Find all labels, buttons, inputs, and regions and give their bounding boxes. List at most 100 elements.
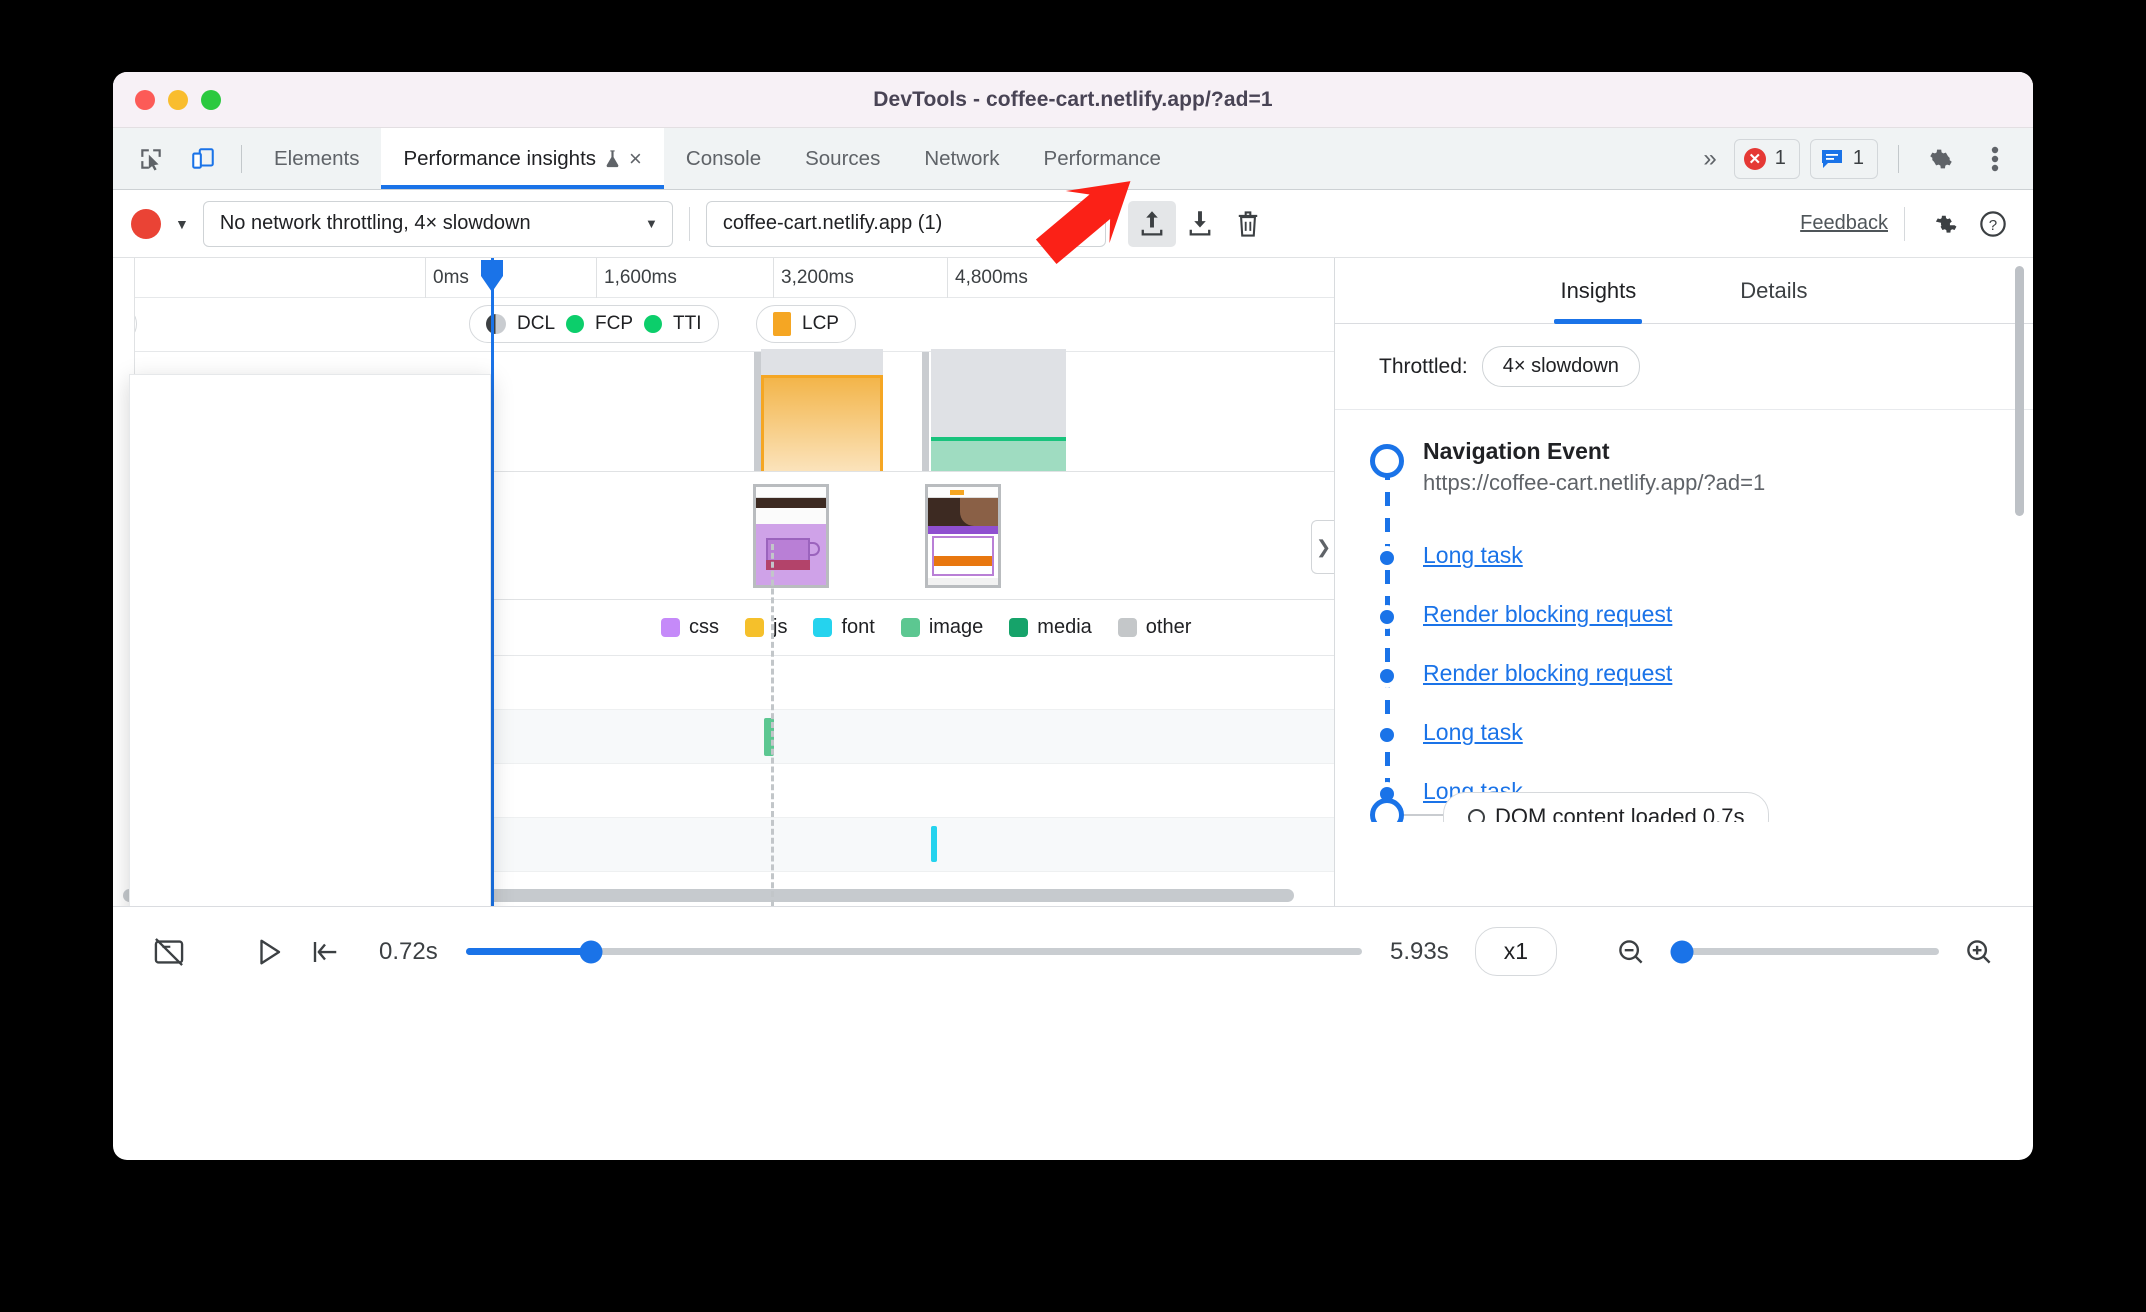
message-count-badge[interactable]: 1 [1809,138,1878,179]
throttling-value: No network throttling, 4× slowdown [219,212,531,234]
feedback-link[interactable]: Feedback [1800,212,1888,235]
dom-content-loaded-chip[interactable]: DOM content loaded 0.7s [1443,792,1770,822]
tab-sources[interactable]: Sources [783,128,902,189]
dcl-ring-icon [1468,808,1485,822]
inspect-element-icon[interactable] [129,137,173,181]
playback-speed-chip[interactable]: x1 [1474,927,1557,976]
record-options-caret[interactable]: ▼ [161,216,203,232]
tab-label: Elements [274,146,360,170]
insight-link[interactable]: Long task [1423,542,1523,568]
record-button[interactable] [131,208,161,239]
navigation-node-icon [1370,444,1404,478]
upload-icon[interactable] [1127,200,1176,247]
chevron-down-icon: ▼ [644,216,658,231]
insights-pane: Insights Details Throttled: 4× slowdown … [1335,258,2033,906]
playhead-line[interactable] [491,258,494,906]
marker-group-dcl-fcp-tti[interactable]: DCL FCP TTI [469,305,719,343]
marker-label-tti: TTI [673,313,702,334]
zoom-slider[interactable] [1670,940,1939,963]
legend-label: image [928,616,984,638]
tab-strip-divider [241,144,242,173]
tab-label: Insights [1560,277,1637,303]
error-count: 1 [1774,147,1786,169]
throttling-select[interactable]: No network throttling, 4× slowdown ▼ [202,200,673,247]
filmstrip-thumbnail[interactable] [925,484,1001,588]
dom-chip-connector [1404,814,1444,816]
time-slider[interactable] [465,940,1362,963]
overview-lcp-band [761,375,883,471]
kebab-menu-icon[interactable] [1973,137,2017,181]
gear-icon[interactable] [1921,201,1969,247]
tab-list: Elements Performance insights × Console … [252,128,1183,189]
zoom-out-icon[interactable] [1603,926,1659,978]
jump-to-start-icon[interactable] [297,926,353,978]
expand-details-handle[interactable]: ❯ [1311,520,1334,574]
legend-label: js [773,616,788,638]
page-select[interactable]: coffee-cart.netlify.app (1) ▼ [705,200,1106,247]
empty-popup-overlay [129,374,491,906]
devtools-window: DevTools - coffee-cart.netlify.app/?ad=1 [113,72,2033,1160]
tab-performance[interactable]: Performance [1022,128,1183,189]
error-count-badge[interactable]: ✕ 1 [1733,138,1800,179]
legend-item-media: media [1009,616,1092,639]
tab-console[interactable]: Console [664,128,783,189]
download-icon[interactable] [1176,201,1224,247]
playhead-handle[interactable] [481,260,503,292]
marker-label-dcl: DCL [517,313,556,334]
insight-link[interactable]: Render blocking request [1423,601,1672,627]
performance-toolbar: ▼ No network throttling, 4× slowdown ▼ c… [113,190,2033,258]
play-icon[interactable] [241,926,297,978]
legend-item-other: other [1117,616,1191,639]
throttled-value-chip[interactable]: 4× slowdown [1481,346,1640,387]
legend-item-font: font [813,616,875,639]
window-title: DevTools - coffee-cart.netlify.app/?ad=1 [873,87,1273,111]
legend-label: media [1037,616,1092,638]
more-tabs-icon[interactable]: » [1693,145,1723,173]
experiment-flask-icon [605,149,620,169]
marker-group-lcp[interactable]: LCP [756,305,856,343]
current-time-label: 0.72s [379,937,438,965]
tab-label: Performance insights [403,146,597,170]
insight-long-task-1[interactable]: Long task [1335,542,2033,601]
tab-details[interactable]: Details [1734,258,1813,323]
zoom-in-icon[interactable] [1951,926,2007,978]
filmstrip-thumbnail[interactable] [753,484,829,588]
tab-label: Performance [1043,146,1161,170]
insight-node-icon [1375,723,1399,747]
tab-label: Console [685,146,762,170]
insight-link[interactable]: Long task [1423,719,1523,745]
screenshots-off-icon[interactable] [141,926,197,978]
gear-icon[interactable] [1919,137,1963,181]
tab-label: Sources [805,146,881,170]
legend-item-js: js [745,616,787,639]
ruler-tick-label: 4,800ms [955,267,1028,288]
insights-list: Navigation Event https://coffee-cart.net… [1335,410,2033,822]
timing-marker-row: DCL FCP TTI LCP [113,298,1334,352]
tab-network[interactable]: Network [902,128,1021,189]
legend-label: css [689,616,719,638]
marker-label-fcp: FCP [595,313,634,334]
message-icon [1820,149,1844,169]
ruler-tick-label: 3,200ms [781,267,854,288]
insight-render-blocking-2[interactable]: Render blocking request [1335,660,2033,719]
close-icon[interactable]: × [629,147,642,170]
insight-link[interactable]: Render blocking request [1423,660,1672,686]
help-icon[interactable]: ? [1969,201,2017,247]
device-toolbar-icon[interactable] [181,137,225,181]
insight-long-task-2[interactable]: Long task [1335,719,2033,778]
toolbar-divider [688,206,690,241]
timeline-ruler[interactable]: 0ms 1,600ms 3,200ms 4,800ms [113,258,1334,351]
tab-label: Network [924,146,1000,170]
tab-strip-left-icons [113,128,231,189]
insights-scrollbar[interactable] [2015,266,2024,516]
tab-elements[interactable]: Elements [252,128,381,189]
insight-node-icon [1375,664,1399,688]
insight-navigation-event[interactable]: Navigation Event https://coffee-cart.net… [1335,438,2033,542]
tab-performance-insights[interactable]: Performance insights × [381,128,665,189]
ruler-tick-label: 1,600ms [604,267,677,288]
error-icon: ✕ [1743,147,1766,170]
insight-render-blocking-1[interactable]: Render blocking request [1335,601,2033,660]
trash-icon[interactable] [1224,201,1272,247]
tab-insights[interactable]: Insights [1554,258,1643,324]
network-request-bar[interactable] [931,826,937,862]
